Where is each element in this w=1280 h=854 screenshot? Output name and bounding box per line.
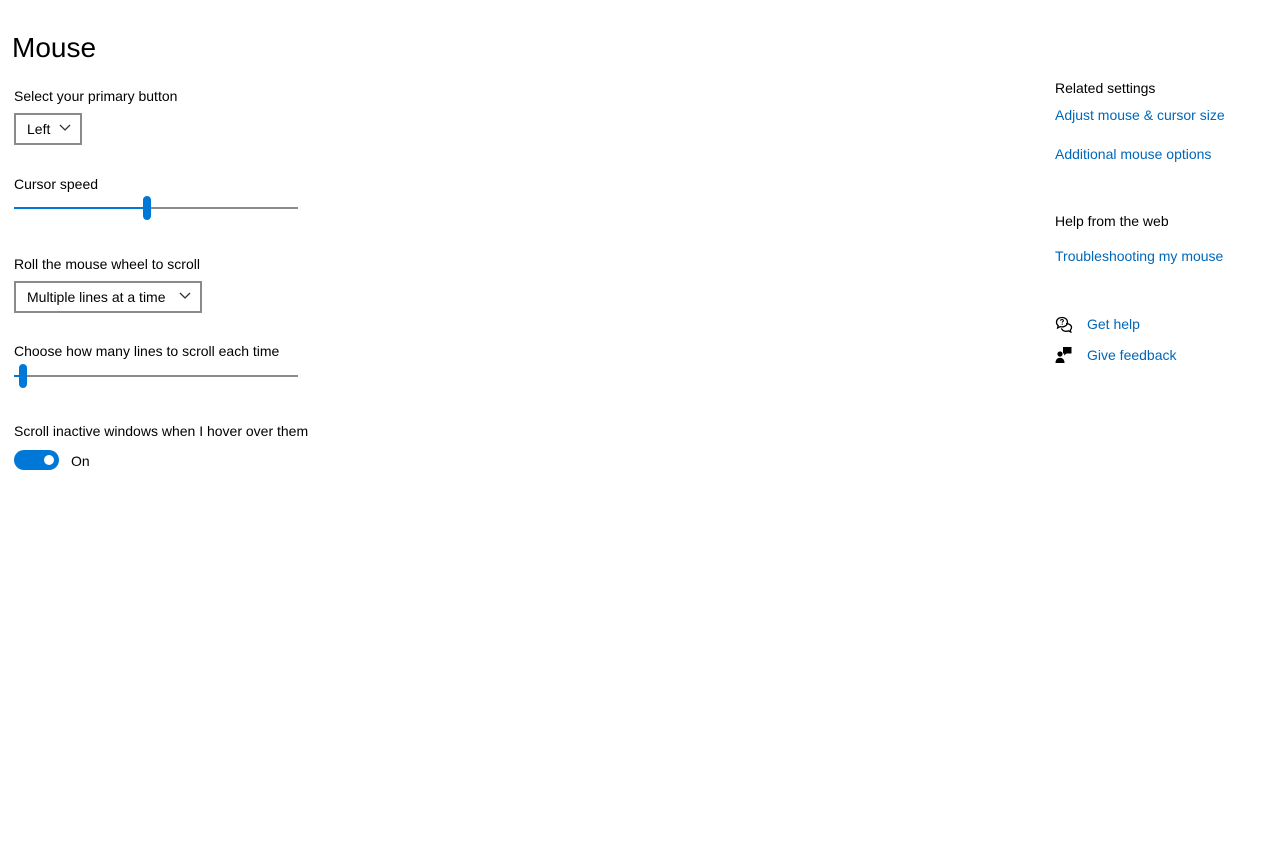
slider-thumb[interactable] bbox=[143, 196, 151, 220]
mouse-settings-page: Mouse Select your primary button Left Cu… bbox=[0, 0, 1280, 854]
wheel-scroll-value: Multiple lines at a time bbox=[27, 289, 166, 305]
toggle-state-text: On bbox=[71, 453, 90, 469]
slider-track bbox=[14, 375, 298, 377]
toggle-knob bbox=[44, 455, 54, 465]
primary-button-label: Select your primary button bbox=[14, 88, 178, 104]
wheel-scroll-dropdown[interactable]: Multiple lines at a time bbox=[14, 281, 202, 313]
lines-to-scroll-label: Choose how many lines to scroll each tim… bbox=[14, 343, 280, 359]
chevron-down-icon bbox=[179, 292, 191, 299]
get-help-row[interactable]: Get help bbox=[1055, 314, 1140, 334]
related-settings-heading: Related settings bbox=[1055, 80, 1156, 96]
give-feedback-link[interactable]: Give feedback bbox=[1087, 345, 1177, 365]
help-from-web-heading: Help from the web bbox=[1055, 213, 1169, 229]
get-help-link[interactable]: Get help bbox=[1087, 314, 1140, 334]
feedback-person-icon bbox=[1055, 347, 1072, 363]
scroll-inactive-toggle[interactable] bbox=[14, 450, 59, 470]
lines-to-scroll-slider[interactable] bbox=[14, 364, 298, 388]
slider-fill bbox=[14, 207, 147, 209]
wheel-scroll-label: Roll the mouse wheel to scroll bbox=[14, 256, 200, 272]
give-feedback-row[interactable]: Give feedback bbox=[1055, 345, 1177, 365]
slider-thumb[interactable] bbox=[19, 364, 27, 388]
chevron-down-icon bbox=[59, 124, 71, 131]
adjust-mouse-cursor-size-link[interactable]: Adjust mouse & cursor size bbox=[1055, 105, 1225, 125]
cursor-speed-slider[interactable] bbox=[14, 196, 298, 220]
troubleshooting-mouse-link[interactable]: Troubleshooting my mouse bbox=[1055, 246, 1223, 266]
page-title: Mouse bbox=[12, 32, 97, 63]
primary-button-dropdown[interactable]: Left bbox=[14, 113, 82, 145]
cursor-speed-label: Cursor speed bbox=[14, 176, 99, 192]
additional-mouse-options-link[interactable]: Additional mouse options bbox=[1055, 144, 1211, 164]
primary-button-value: Left bbox=[27, 121, 51, 137]
chat-question-icon bbox=[1055, 316, 1073, 333]
scroll-inactive-label: Scroll inactive windows when I hover ove… bbox=[14, 423, 309, 439]
